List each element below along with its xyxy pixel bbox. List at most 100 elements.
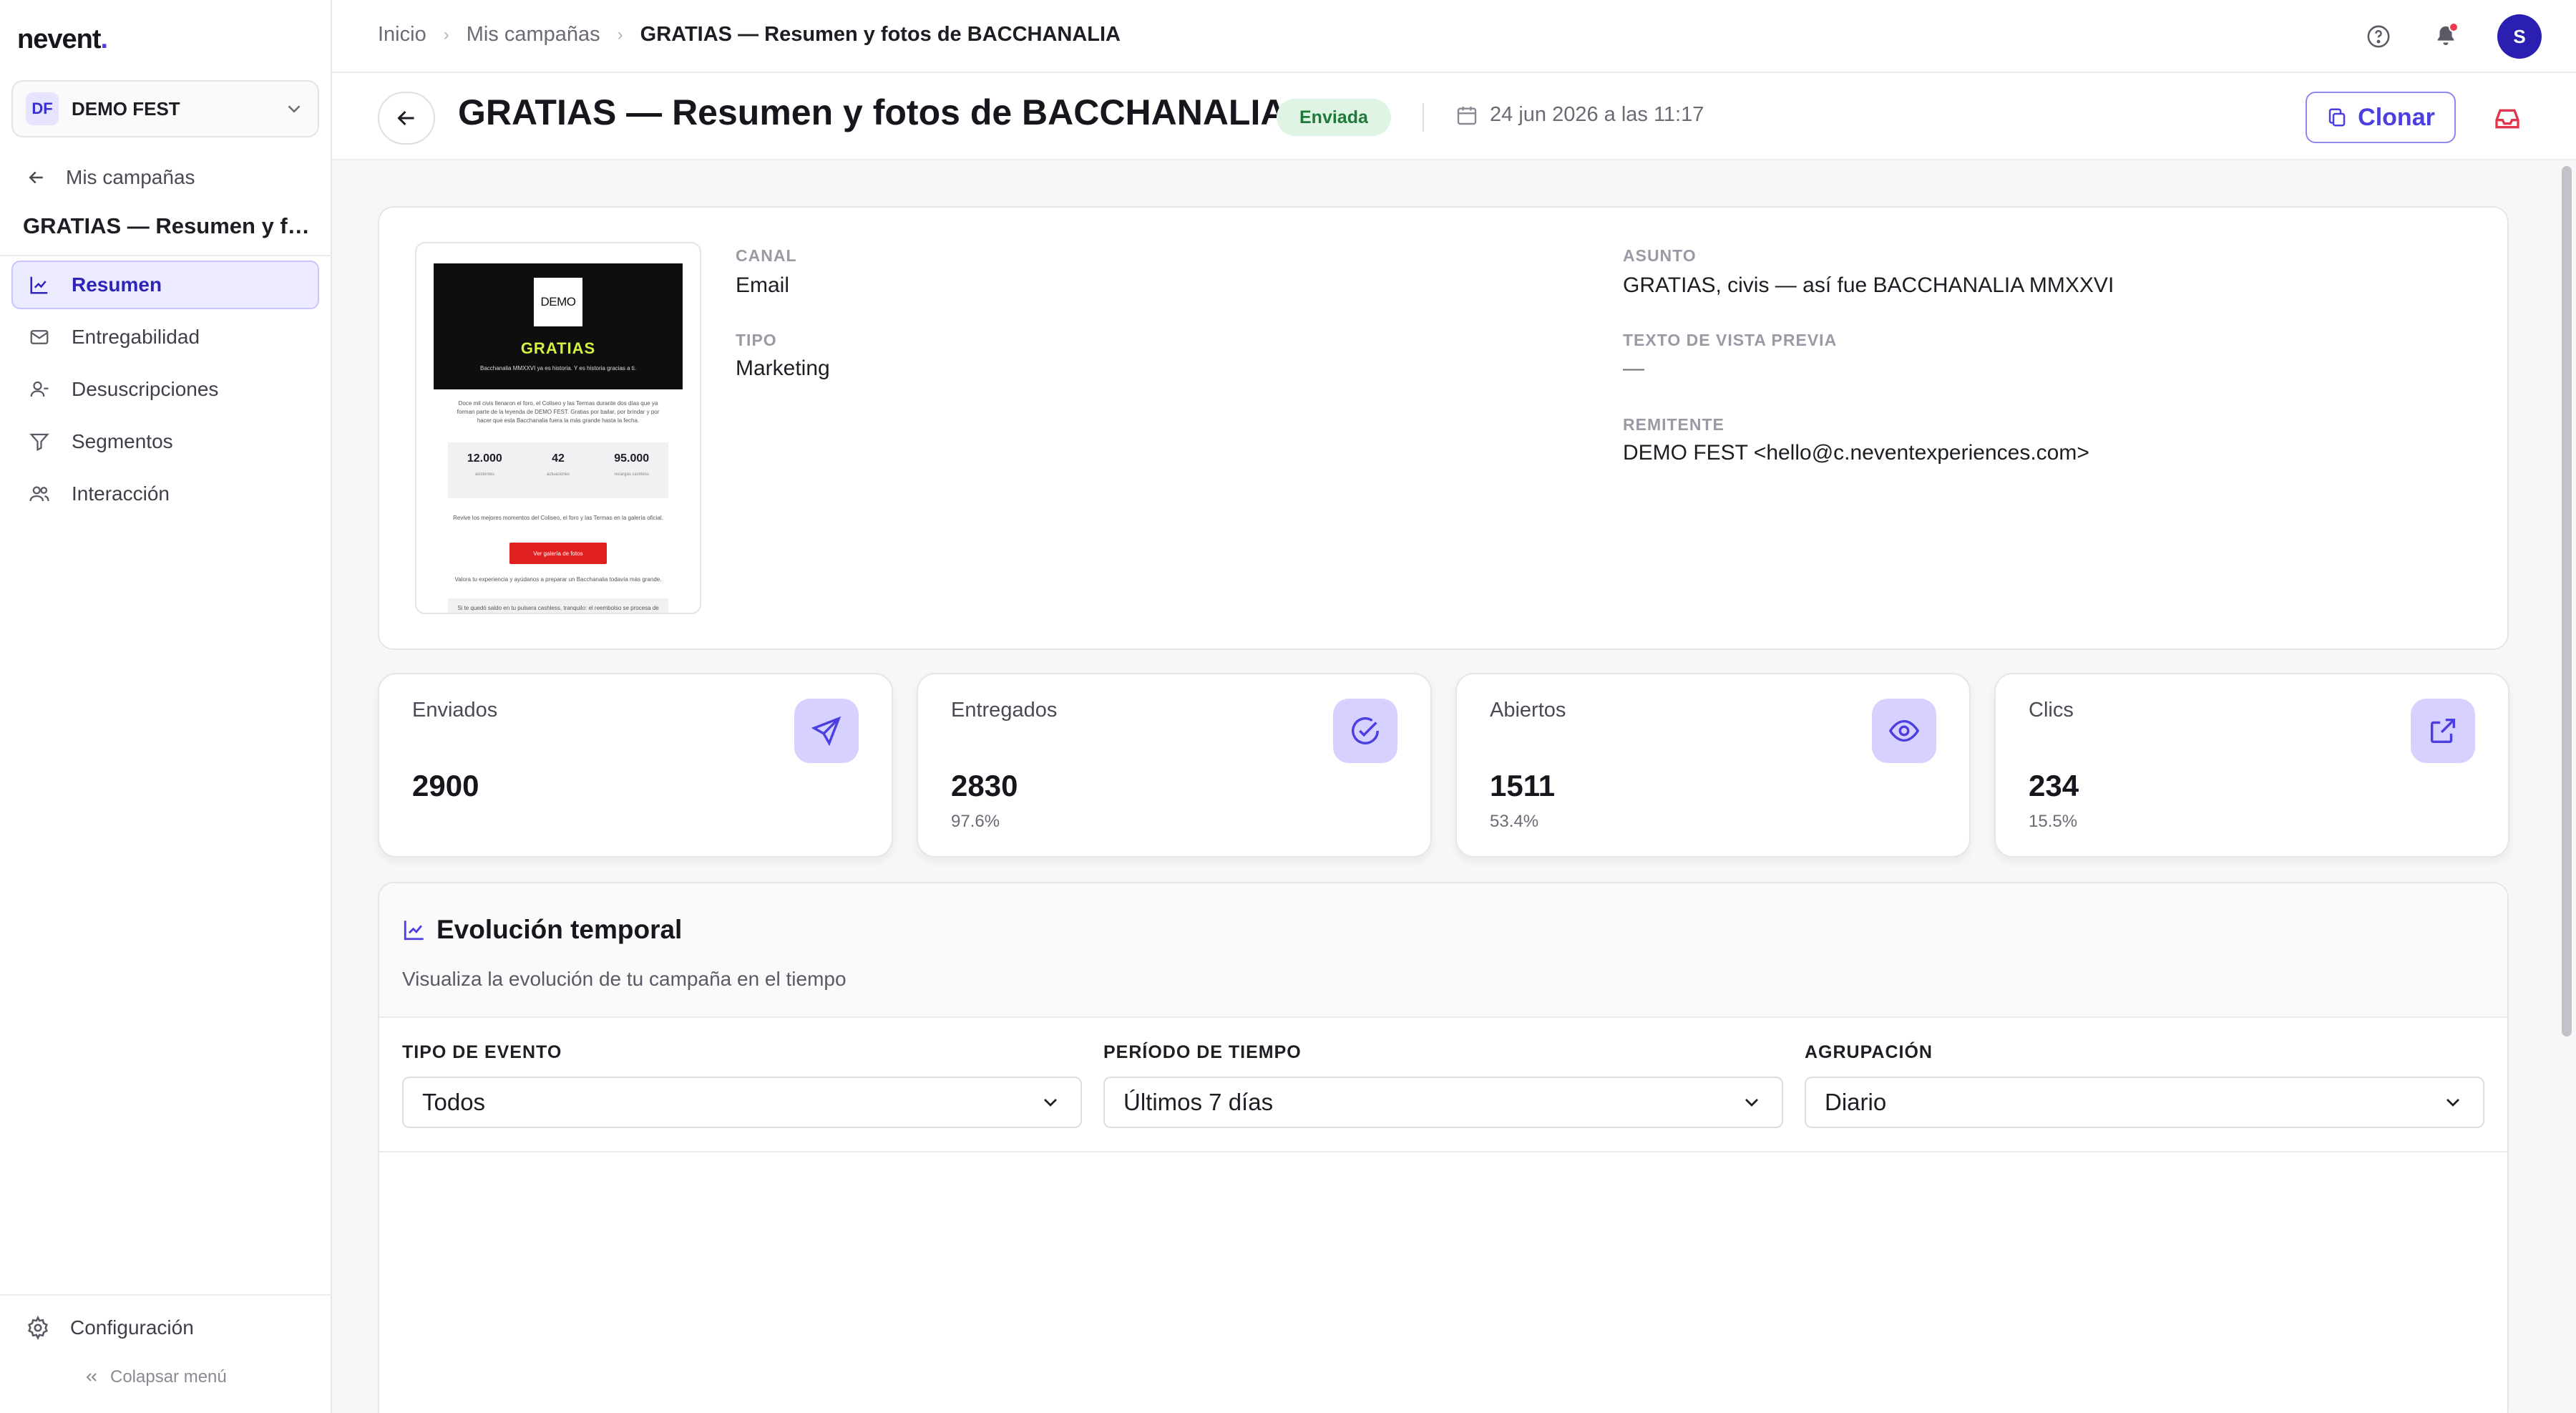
stat-percentage: 97.6% (951, 812, 1000, 831)
chevron-down-icon (1745, 1099, 1758, 1107)
stat-percentage: 53.4% (1490, 812, 1539, 831)
stat-percentage: 15.5% (2029, 812, 2078, 831)
org-name: DEMO FEST (72, 97, 180, 120)
mail-icon (27, 325, 52, 349)
user-minus-icon (27, 377, 52, 402)
sidebar-item-label: Resumen (72, 273, 162, 296)
sidebar-item-segmentos[interactable]: Segmentos (11, 417, 319, 466)
settings-link[interactable]: Configuración (26, 1316, 194, 1340)
email-preview-survey-text: Valora tu experiencia y ayúdanos a prepa… (454, 576, 662, 583)
event-type-value: Todos (422, 1089, 486, 1115)
type-value: Marketing (736, 356, 830, 380)
time-period-select[interactable]: Últimos 7 días (1103, 1077, 1783, 1128)
send-icon (794, 699, 859, 763)
back-to-campaigns-link[interactable]: Mis campañas (26, 163, 195, 192)
send-date-text: 24 jun 2026 a las 11:17 (1490, 103, 1704, 126)
inbox-icon[interactable] (2493, 105, 2522, 133)
app-logo[interactable]: nevent. (17, 24, 108, 55)
breadcrumb: Inicio › Mis campañas › GRATIAS — Resume… (378, 23, 1121, 47)
breadcrumb-campaigns[interactable]: Mis campañas (467, 23, 600, 47)
email-preview-stats: 12.000 asistentes 42 actuaciones 95.000 rec… (448, 442, 668, 498)
email-preview-intro: Doce mil civis llenaron el foro, el Coli… (457, 400, 660, 424)
email-preview-thumbnail[interactable]: DEMO GRATIAS Bacchanalia MMXXVI ya es hi… (415, 242, 701, 614)
channel-value: Email (736, 273, 790, 297)
time-evolution-header: Evolución temporal Visualiza la evolució… (379, 883, 2507, 1018)
grouping-value: Diario (1825, 1089, 1887, 1115)
breadcrumb-home[interactable]: Inicio (378, 23, 426, 47)
help-circle-icon (2367, 25, 2390, 48)
clone-label: Clonar (2358, 103, 2435, 131)
sidebar-item-resumen[interactable]: Resumen (11, 261, 319, 309)
chart-line-icon (404, 921, 424, 941)
clone-button[interactable]: Clonar (2306, 92, 2456, 143)
breadcrumb-separator: › (443, 24, 449, 44)
type-label: TIPO (736, 331, 777, 349)
email-preview-heading: GRATIAS (520, 339, 596, 357)
sidebar-item-label: Entregabilidad (72, 326, 200, 348)
email-preview-cta: Ver galería de fotos (509, 543, 607, 564)
email-preview-hero: DEMO GRATIAS Bacchanalia MMXXVI ya es hi… (434, 263, 683, 389)
back-button[interactable] (378, 92, 435, 145)
check-circle-icon (1333, 699, 1397, 763)
sidebar-item-label: Interacción (72, 482, 170, 505)
event-type-label: TIPO DE EVENTO (402, 1042, 562, 1062)
breadcrumb-current: GRATIAS — Resumen y fotos de BACCHANALIA (640, 23, 1121, 46)
sidebar-item-desuscripciones[interactable]: Desuscripciones (11, 365, 319, 414)
time-period-label: PERÍODO DE TIEMPO (1103, 1042, 1302, 1062)
sidebar-item-interaccion[interactable]: Interacción (11, 470, 319, 518)
sender-label: REMITENTE (1623, 415, 1724, 434)
stat-card-opened: Abiertos 1511 53.4% (1455, 673, 1971, 858)
sidebar-campaign-title: GRATIAS — Resumen y fotos de BACCHANALIA (23, 213, 316, 238)
preview-text-label: TEXTO DE VISTA PREVIA (1623, 331, 1838, 349)
status-badge: Enviada (1277, 99, 1391, 136)
preview-text-value: — (1623, 356, 1644, 380)
arrow-left-icon (397, 110, 414, 126)
send-date: 24 jun 2026 a las 11:17 (1455, 103, 1704, 127)
sidebar-item-label: Desuscripciones (72, 378, 219, 400)
stat-card-clicks: Clics 234 15.5% (1994, 673, 2509, 858)
time-evolution-title-text: Evolución temporal (436, 915, 683, 944)
chart-line-icon (27, 273, 52, 297)
email-preview-stat: 12.000 asistentes (467, 452, 502, 477)
external-link-icon (2411, 699, 2475, 763)
stat-value: 1511 (1490, 769, 1556, 802)
collapse-menu-button[interactable]: Colapsar menú (83, 1367, 227, 1387)
page-header: GRATIAS — Resumen y fotos de BACCHANALIA… (332, 73, 2576, 160)
notification-dot (2449, 22, 2459, 32)
divider (0, 1294, 332, 1296)
channel-label: CANAL (736, 246, 797, 265)
sidebar-item-entregabilidad[interactable]: Entregabilidad (11, 313, 319, 361)
email-preview-logo: DEMO (534, 278, 582, 326)
stat-value: 2830 (951, 769, 1018, 802)
email-preview-cashless-text: Si te quedó saldo en tu pulsera cashless… (457, 605, 659, 611)
scrollbar-thumb[interactable] (2562, 166, 2572, 1036)
stat-value: 2900 (412, 769, 479, 802)
stat-label: Abiertos (1490, 699, 1566, 722)
stat-card-sent: Enviados 2900 (378, 673, 893, 858)
filter-icon (27, 429, 52, 454)
stat-value: 234 (2029, 769, 2079, 802)
stat-label: Clics (2029, 699, 2074, 722)
page-title: GRATIAS — Resumen y fotos de BACCHANALIA (458, 92, 1287, 132)
sidebar-nav: Resumen Entregabilidad Desuscripciones S… (11, 261, 319, 522)
email-preview-stat: 42 actuaciones (546, 452, 570, 477)
stat-card-delivered: Entregados 2830 97.6% (917, 673, 1432, 858)
top-actions: S (2363, 14, 2542, 59)
stat-label: Enviados (412, 699, 498, 722)
user-avatar[interactable]: S (2497, 14, 2542, 59)
settings-label: Configuración (70, 1316, 194, 1339)
org-initials-badge: DF (26, 92, 59, 125)
help-button[interactable] (2363, 21, 2394, 52)
top-bar: Inicio › Mis campañas › GRATIAS — Resume… (332, 0, 2576, 73)
event-type-select[interactable]: Todos (402, 1077, 1082, 1128)
arrow-left-icon (29, 171, 43, 184)
organization-selector[interactable]: DF DEMO FEST (11, 80, 319, 137)
grouping-label: AGRUPACIÓN (1805, 1042, 1933, 1062)
chevron-down-icon (2446, 1099, 2459, 1107)
notifications-button[interactable] (2430, 21, 2462, 52)
divider (1423, 103, 1424, 132)
sidebar: nevent. DF DEMO FEST Mis campañas GRATIA… (0, 0, 332, 1413)
email-preview-content: DEMO GRATIAS Bacchanalia MMXXVI ya es hi… (434, 263, 683, 613)
copy-icon (2328, 108, 2346, 127)
grouping-select[interactable]: Diario (1805, 1077, 2484, 1128)
